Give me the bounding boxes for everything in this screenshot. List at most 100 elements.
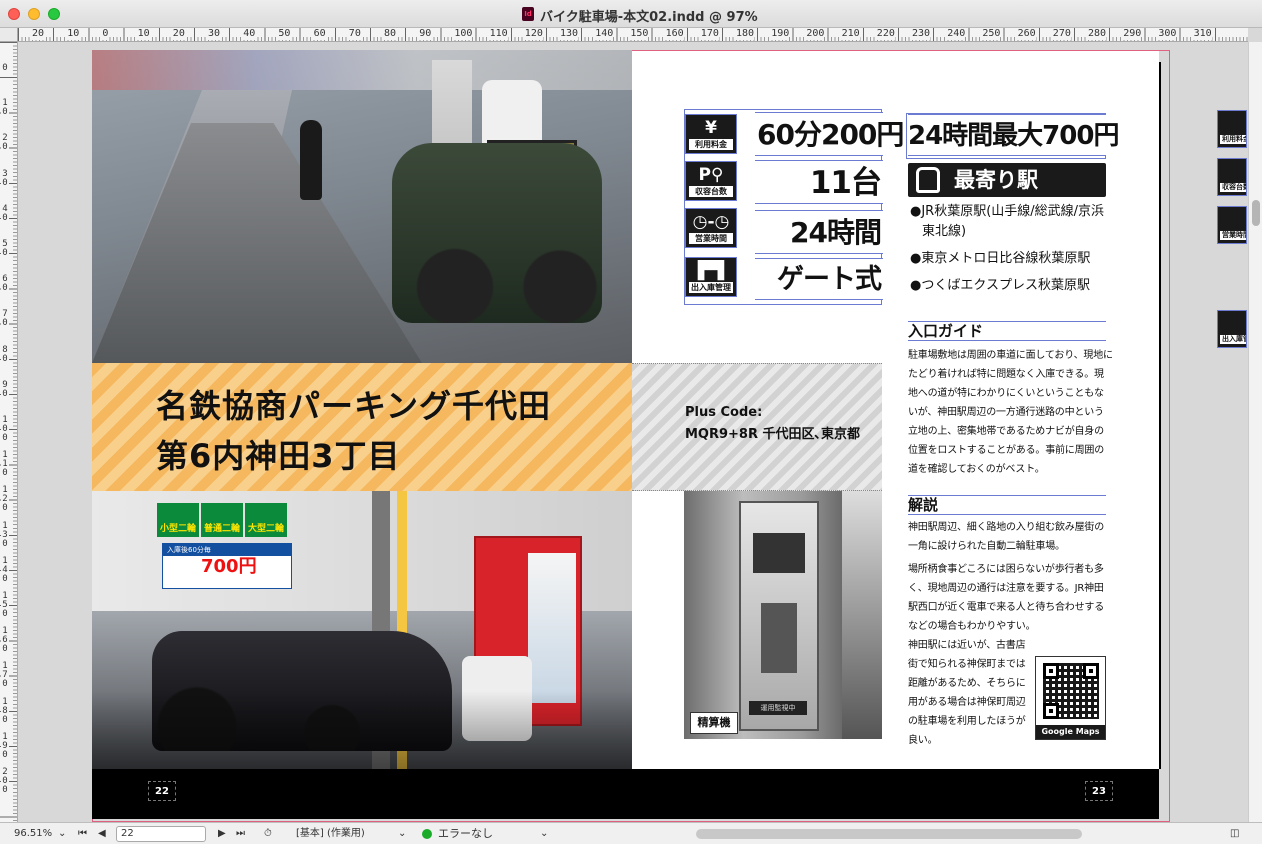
ruler-tick-label: 50: [276, 28, 291, 40]
ruler-tick-label: 180: [734, 28, 755, 40]
ruler-tick-label: 0: [100, 28, 109, 40]
entrance-guide-text[interactable]: 駐車場敷地は周囲の車道に面しており、現地にたどり着ければ特に問題なく入庫できる。…: [908, 346, 1113, 479]
qr-finder: [1043, 663, 1059, 679]
pasteboard-capacity-icon[interactable]: 収容台数: [1217, 158, 1247, 196]
profile-chevron-icon[interactable]: ⌄: [398, 827, 406, 841]
street-photo[interactable]: [92, 50, 632, 363]
folio-left[interactable]: 22: [148, 781, 176, 801]
ruler-tick-label: 6 0: [1, 274, 9, 294]
title-band[interactable]: 名鉄協商パーキング千代田 第6内神田3丁目: [92, 363, 632, 491]
ruler-tick-label: 80: [382, 28, 397, 40]
bike-class-signs: 小型二輪 普通二輪 大型二輪: [157, 503, 287, 537]
ruler-tick-label: 210: [839, 28, 860, 40]
fee-label: 利用料金: [689, 139, 733, 150]
payment-machine-photo[interactable]: 運用監視中: [684, 491, 882, 739]
status-bar: 96.51% ⌄ ⏮ ◀ 22 ▶ ⏭ ⏱ [基本] (作業用) ⌄ エラーなし…: [0, 822, 1262, 844]
plus-code[interactable]: Plus Code: MQR9+8R 千代田区､東京都: [685, 402, 860, 446]
nearest-station-header[interactable]: 最寄り駅: [908, 163, 1106, 197]
pasteboard-thumb-label: 出入庫管理: [1220, 335, 1246, 344]
ruler-tick-label: 3 0: [1, 168, 9, 188]
ruler-tick-label: 240: [945, 28, 966, 40]
window-title: バイク駐車場-本文02.indd @ 97%: [540, 10, 758, 25]
split-view-icon[interactable]: ◫: [1230, 827, 1239, 841]
ruler-tick-label: 170: [698, 28, 719, 40]
capacity-value[interactable]: 11台: [755, 160, 883, 204]
explanation-heading[interactable]: 解説: [908, 495, 1106, 515]
photo-glow: [92, 50, 632, 90]
sign-normal-bike: 普通二輪: [201, 503, 243, 537]
ruler-tick-label: 280: [1086, 28, 1107, 40]
qr-finder: [1083, 663, 1099, 679]
ruler-origin[interactable]: [0, 28, 18, 42]
gate-icon: ▛▜: [697, 261, 725, 281]
last-page-icon[interactable]: ⏭: [236, 827, 245, 841]
ruler-tick-label: 2 0 0: [1, 767, 9, 795]
zoom-chevron-icon[interactable]: ⌄: [58, 827, 66, 841]
sign-small-bike: 小型二輪: [157, 503, 199, 537]
ruler-tick-label: 70: [346, 28, 361, 40]
page-number-field[interactable]: 22: [116, 826, 206, 842]
price-sign-amount: 700円: [201, 556, 257, 577]
ruler-tick-label: 90: [417, 28, 432, 40]
ruler-tick-label: 110: [487, 28, 508, 40]
hours-value[interactable]: 24時間: [755, 210, 883, 254]
ruler-tick-label: 1 1 0: [1, 450, 9, 479]
preflight-chevron-icon[interactable]: ⌄: [540, 827, 548, 841]
nearest-station-title: 最寄り駅: [954, 168, 1038, 192]
ruler-tick-label: 300: [1156, 28, 1177, 40]
photo-road: [92, 123, 422, 363]
gate-icon-box: ▛▜ 出入庫管理: [685, 257, 737, 297]
preflight-status[interactable]: エラーなし: [438, 827, 493, 841]
pasteboard-hours-icon[interactable]: 営業時間: [1217, 206, 1247, 244]
gate-value[interactable]: ゲート式: [755, 258, 883, 300]
yen-icon: ¥: [705, 118, 717, 138]
pasteboard-gate-icon[interactable]: 出入庫管理: [1217, 310, 1247, 348]
horizontal-scroll-thumb[interactable]: [696, 829, 1082, 839]
vertical-ruler[interactable]: 0 1 0 2 0 3 0 4 0 5 0 6 0 7 0 8 0 9 0 1 0 0 1 1 0 1 …: [0, 42, 18, 822]
first-page-icon[interactable]: ⏮: [78, 827, 87, 841]
price-sign: 入庫後60分毎 700円: [162, 543, 292, 589]
station-list[interactable]: ●JR秋葉原駅(山手線/総武線/京浜東北線) ●東京メトロ日比谷線秋葉原駅 ●つ…: [908, 202, 1112, 303]
ruler-tick-label: 40: [241, 28, 256, 40]
ruler-tick-label: 1 2 0: [1, 485, 9, 514]
ruler-tick-label: 0: [1, 63, 9, 73]
horizontal-ruler[interactable]: 20 10 0 10 20 30 40 50 60 70 80 90 100 110 120 130 140 15…: [18, 28, 1248, 42]
vertical-scroll-thumb[interactable]: [1252, 200, 1260, 226]
open-document-icon[interactable]: ⏱: [264, 827, 272, 841]
explanation-paragraph-1: 神田駅周辺、細く路地の入り組む飲み屋街の一角に設けられた自動二輪駐車場。: [908, 522, 1104, 552]
entrance-guide-heading[interactable]: 入口ガイド: [908, 321, 1106, 341]
page-footer-band[interactable]: [92, 769, 1159, 819]
ruler-tick-label: 1 7 0: [1, 661, 9, 690]
machine-stamp: 運用監視中: [749, 701, 807, 715]
ruler-tick-label: 1 6 0: [1, 626, 9, 655]
ruler-tick-label: 260: [1015, 28, 1036, 40]
next-page-icon[interactable]: ▶: [218, 827, 226, 841]
ruler-tick-label: 1 5 0: [1, 591, 9, 619]
preflight-profile[interactable]: [基本] (作業用): [296, 827, 365, 841]
explanation-text-wrap[interactable]: 神田駅には近いが、古書店街で知られる神保町までは距離があるため、そちらに用がある…: [908, 636, 1030, 750]
fee-value[interactable]: 60分200円: [755, 112, 904, 156]
zoom-level[interactable]: 96.51%: [14, 827, 52, 841]
ruler-tick-label: 190: [769, 28, 790, 40]
capacity-icon-box: P⚲ 収容台数: [685, 161, 737, 201]
title-bar: Id バイク駐車場-本文02.indd @ 97%: [0, 0, 1262, 28]
ruler-tick-label: 60: [311, 28, 326, 40]
photo-shadow: [92, 691, 632, 769]
explanation-text[interactable]: 神田駅周辺、細く路地の入り組む飲み屋街の一角に設けられた自動二輪駐車場。 場所柄…: [908, 518, 1108, 636]
zoom-window-button[interactable]: [48, 8, 60, 20]
vertical-scrollbar[interactable]: [1248, 42, 1262, 822]
folio-right[interactable]: 23: [1085, 781, 1113, 801]
vending-window: [528, 553, 576, 703]
ruler-tick-label: 220: [874, 28, 895, 40]
google-maps-qr[interactable]: Google Maps: [1035, 656, 1106, 740]
close-window-button[interactable]: [8, 8, 20, 20]
prev-page-icon[interactable]: ◀: [98, 827, 106, 841]
minimize-window-button[interactable]: [28, 8, 40, 20]
photo-caption[interactable]: 精算機: [690, 712, 738, 734]
parking-lot-photo[interactable]: 小型二輪 普通二輪 大型二輪 入庫後60分毎 700円: [92, 491, 632, 769]
pasteboard-fee-icon[interactable]: 利用料金: [1217, 110, 1247, 148]
max-rate-value[interactable]: 24時間最大700円: [908, 114, 1119, 156]
ruler-tick-label: 130: [558, 28, 579, 40]
machine-screen: [753, 533, 805, 573]
pasteboard-thumb-label: 収容台数: [1220, 183, 1246, 192]
